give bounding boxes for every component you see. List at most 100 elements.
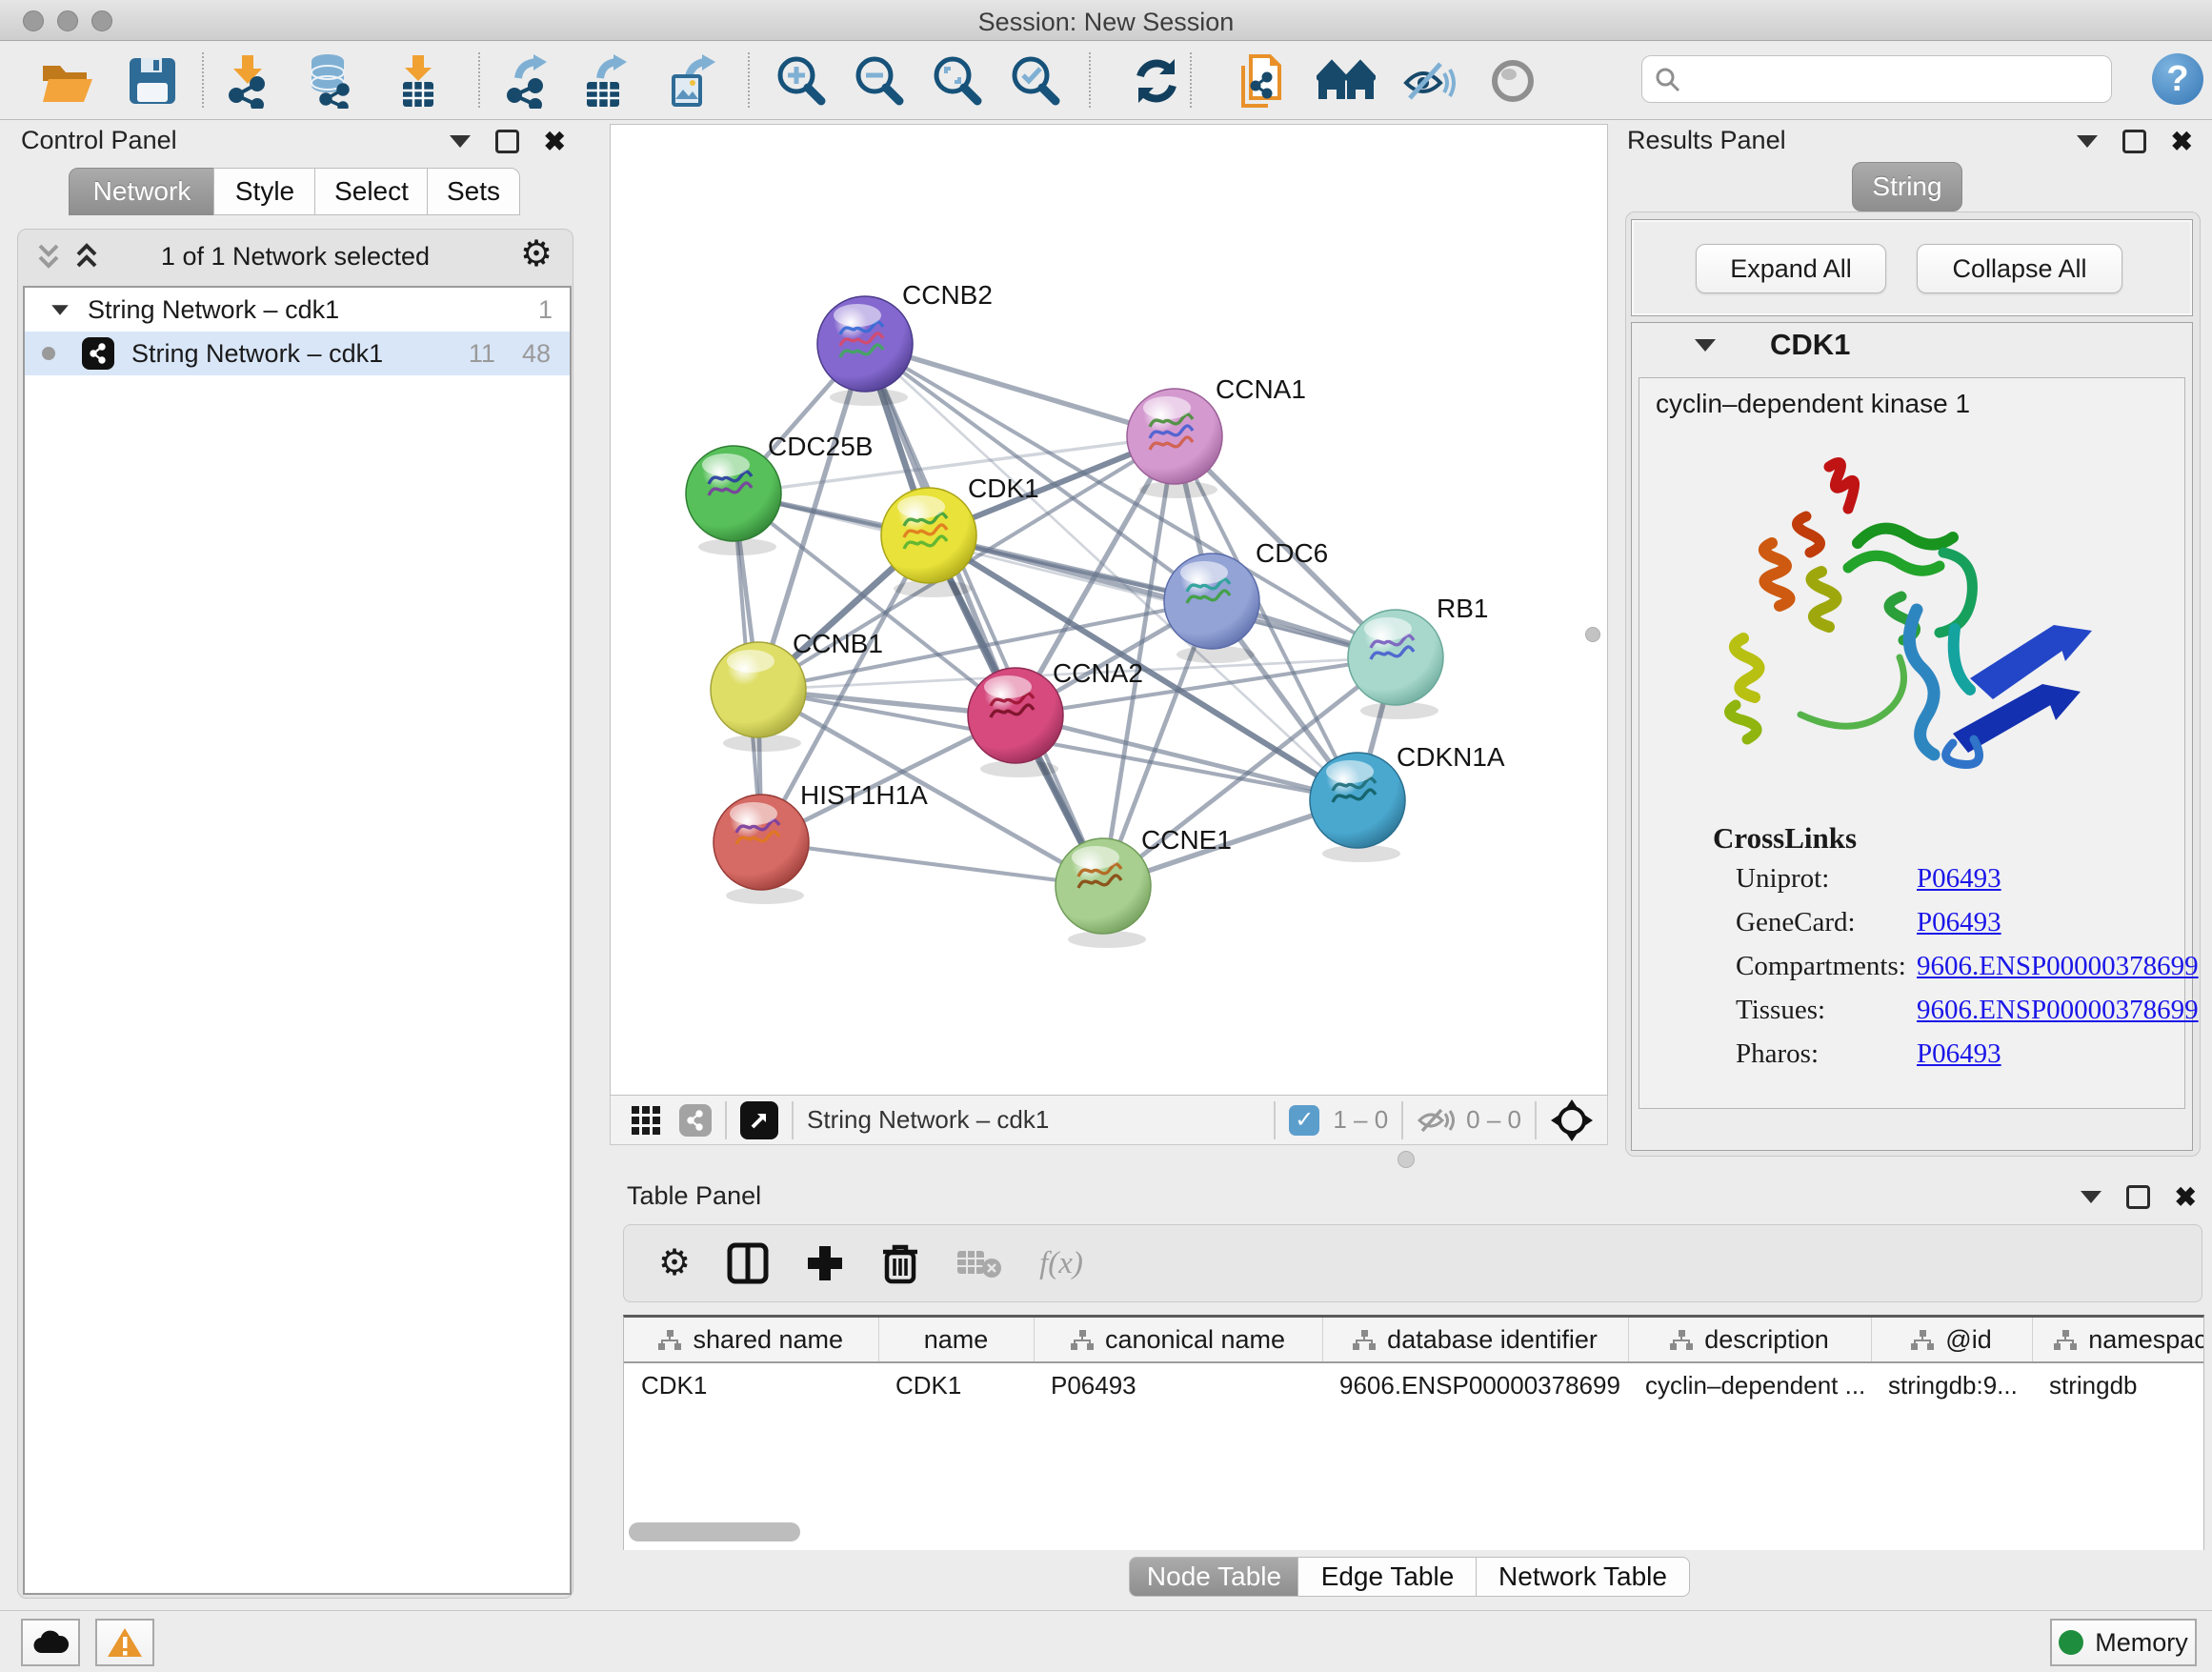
network-node-CCNB2[interactable]: [817, 296, 913, 406]
birdseye-crosshair-icon[interactable]: [1550, 1098, 1594, 1142]
horizontal-splitter-handle[interactable]: [1398, 1151, 1415, 1168]
search-input[interactable]: [1680, 64, 2111, 95]
float-panel-icon[interactable]: [2122, 130, 2146, 153]
network-node-CCNE1[interactable]: [1056, 838, 1151, 948]
cloud-status-button[interactable]: [21, 1619, 80, 1666]
show-columns-icon[interactable]: [727, 1242, 769, 1284]
col-name: name: [878, 1318, 1034, 1362]
gene-section-expander-icon[interactable]: [1695, 339, 1716, 352]
tab-node-table[interactable]: Node Table: [1129, 1557, 1299, 1597]
network-row[interactable]: String Network – cdk1 11 48: [25, 332, 570, 375]
crosslink-pharos-link[interactable]: P06493: [1917, 1038, 2001, 1070]
check-icon: ✓: [1295, 1106, 1314, 1134]
network-options-gear-icon[interactable]: ⚙: [520, 236, 553, 272]
open-session-button[interactable]: [37, 50, 98, 111]
tab-network-table[interactable]: Network Table: [1476, 1557, 1690, 1597]
main-toolbar: ?: [0, 41, 2212, 120]
network-node-RB1[interactable]: [1348, 610, 1443, 719]
panel-menu-icon[interactable]: [450, 135, 471, 148]
node-label-RB1: RB1: [1437, 594, 1488, 623]
float-panel-icon[interactable]: [2126, 1185, 2150, 1209]
float-panel-icon[interactable]: [495, 130, 519, 153]
import-network-icon: [221, 53, 274, 109]
detach-view-button[interactable]: [740, 1101, 778, 1139]
export-image-button[interactable]: [660, 50, 721, 111]
network-node-CCNA1[interactable]: [1127, 389, 1222, 498]
expand-all-networks-button[interactable]: [72, 240, 101, 272]
tab-string-results[interactable]: String: [1852, 162, 1962, 212]
expand-all-button[interactable]: Expand All: [1696, 244, 1886, 293]
zoom-out-button[interactable]: [848, 50, 909, 111]
crosslink-genecard-link[interactable]: P06493: [1917, 907, 2001, 938]
tree-column-icon: [2054, 1330, 2077, 1351]
selected-items-checkbox[interactable]: ✓: [1289, 1105, 1319, 1136]
double-chevron-up-icon: [72, 240, 101, 272]
import-network-database-button[interactable]: [299, 50, 360, 111]
table-horizontal-scrollbar[interactable]: [629, 1522, 800, 1541]
export-table-button[interactable]: [575, 50, 636, 111]
zoom-in-button[interactable]: [770, 50, 831, 111]
hide-selected-button[interactable]: [1398, 50, 1458, 111]
results-panel-header: Results Panel ✖: [1625, 126, 2199, 158]
toolbar-separator: [1190, 52, 1192, 108]
network-node-CCNB1[interactable]: [711, 642, 806, 752]
selected-node-edge-counts: 1 – 0: [1333, 1105, 1388, 1135]
crosslink-uniprot-link[interactable]: P06493: [1917, 863, 2001, 895]
show-all-button[interactable]: [1482, 50, 1543, 111]
panel-menu-icon[interactable]: [2077, 135, 2098, 148]
memory-status-button[interactable]: Memory: [2050, 1619, 2197, 1666]
network-node-CDC25B[interactable]: [686, 446, 781, 555]
network-collection-row[interactable]: String Network – cdk1 1: [25, 288, 570, 332]
vertical-splitter-handle[interactable]: [1582, 623, 1603, 646]
panel-menu-icon[interactable]: [2081, 1191, 2101, 1203]
node-table[interactable]: shared name name canonical name database…: [623, 1315, 2204, 1550]
zoom-selected-button[interactable]: [1004, 50, 1065, 111]
tab-sets[interactable]: Sets: [427, 168, 520, 215]
tab-edge-table[interactable]: Edge Table: [1297, 1557, 1478, 1597]
zoom-fit-button[interactable]: [926, 50, 987, 111]
export-network-button[interactable]: [497, 50, 558, 111]
eye-slash-icon: [1400, 58, 1456, 104]
show-home-panel-button[interactable]: [1316, 50, 1377, 111]
tab-style[interactable]: Style: [213, 168, 316, 215]
col-canonical-name: canonical name: [1034, 1318, 1322, 1362]
network-canvas[interactable]: CCNB2CCNA1CDC25BCDK1CDC6RB1CCNB1CCNA2CDK…: [610, 124, 1608, 1096]
table-options-gear-icon[interactable]: ⚙: [658, 1245, 691, 1281]
crosslink-label: Tissues:: [1736, 995, 1825, 1026]
network-view-icon[interactable]: [679, 1104, 712, 1137]
close-panel-icon[interactable]: ✖: [2175, 1188, 2197, 1207]
hidden-eye-slash-icon[interactable]: [1417, 1106, 1455, 1135]
help-button[interactable]: ?: [2152, 53, 2203, 105]
add-column-plus-icon[interactable]: [805, 1243, 845, 1283]
close-panel-icon[interactable]: ✖: [544, 132, 566, 151]
cell-description: cyclin–dependent ...: [1628, 1362, 1871, 1407]
tab-select[interactable]: Select: [314, 168, 429, 215]
import-table-file-button[interactable]: [388, 50, 449, 111]
network-node-CDKN1A[interactable]: [1310, 753, 1405, 862]
network-list: String Network – cdk1 1 String Network –…: [23, 286, 572, 1595]
collapse-all-button[interactable]: Collapse All: [1917, 244, 2122, 293]
table-header-row[interactable]: shared name name canonical name database…: [624, 1318, 2204, 1362]
warnings-button[interactable]: [95, 1619, 154, 1666]
houses-icon: [1317, 59, 1376, 103]
import-network-file-button[interactable]: [217, 50, 278, 111]
save-session-button[interactable]: [122, 50, 183, 111]
crosslink-compartments-link[interactable]: 9606.ENSP00000378699: [1917, 951, 2199, 982]
table-row[interactable]: CDK1 CDK1 P06493 9606.ENSP00000378699 cy…: [624, 1362, 2204, 1407]
crosslink-tissues-link[interactable]: 9606.ENSP00000378699: [1917, 995, 2199, 1026]
string-network-graph[interactable]: CCNB2CCNA1CDC25BCDK1CDC6RB1CCNB1CCNA2CDK…: [611, 125, 1607, 1095]
apply-layout-button[interactable]: [1126, 50, 1187, 111]
export-network-icon: [501, 53, 554, 109]
cell-shared-name: CDK1: [624, 1362, 878, 1407]
memory-label: Memory: [2095, 1628, 2188, 1658]
close-panel-icon[interactable]: ✖: [2171, 132, 2193, 151]
new-network-from-selection-button[interactable]: [1232, 50, 1293, 111]
tab-network[interactable]: Network: [69, 168, 215, 215]
collection-expander-icon[interactable]: [51, 305, 69, 314]
table-panel-header: Table Panel ✖: [623, 1181, 2202, 1214]
collapse-all-networks-button[interactable]: [34, 240, 63, 272]
delete-trash-icon[interactable]: [881, 1241, 919, 1285]
grid-view-button[interactable]: [632, 1106, 660, 1135]
current-network-dot-icon: [42, 347, 55, 360]
network-node-HIST1H1A[interactable]: [714, 795, 809, 904]
